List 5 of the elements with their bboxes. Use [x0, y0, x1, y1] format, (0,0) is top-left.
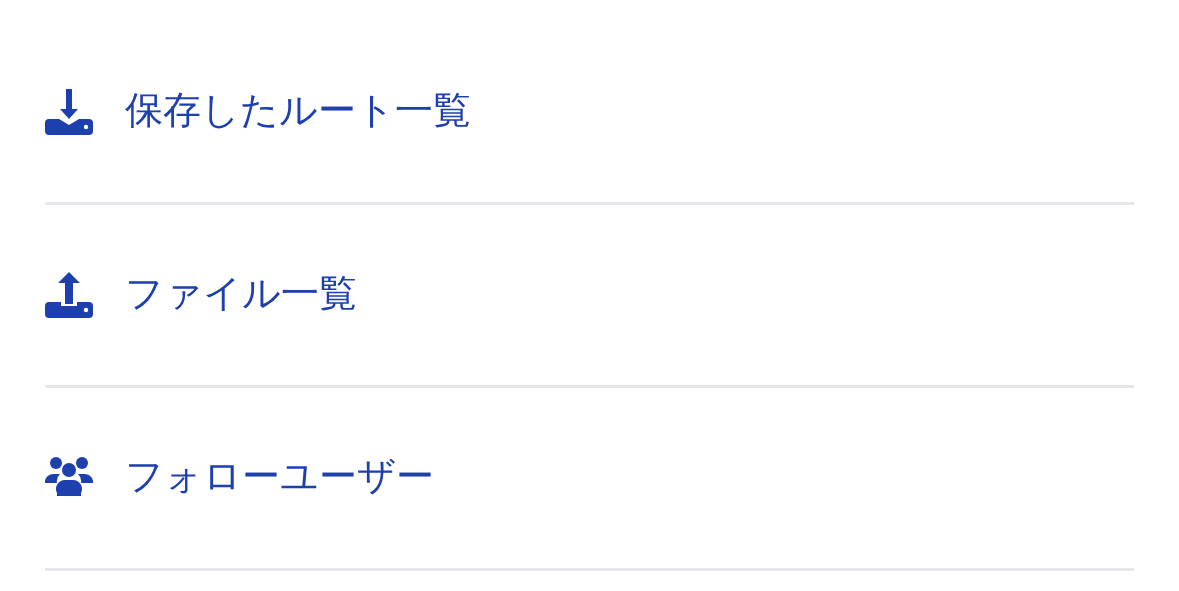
- download-icon: [45, 87, 93, 135]
- menu-item[interactable]: フォローユーザー: [45, 388, 1134, 571]
- menu-item[interactable]: ファイル一覧: [45, 205, 1134, 388]
- menu-item[interactable]: 保存したルート一覧: [45, 22, 1134, 205]
- upload-icon: [45, 270, 93, 318]
